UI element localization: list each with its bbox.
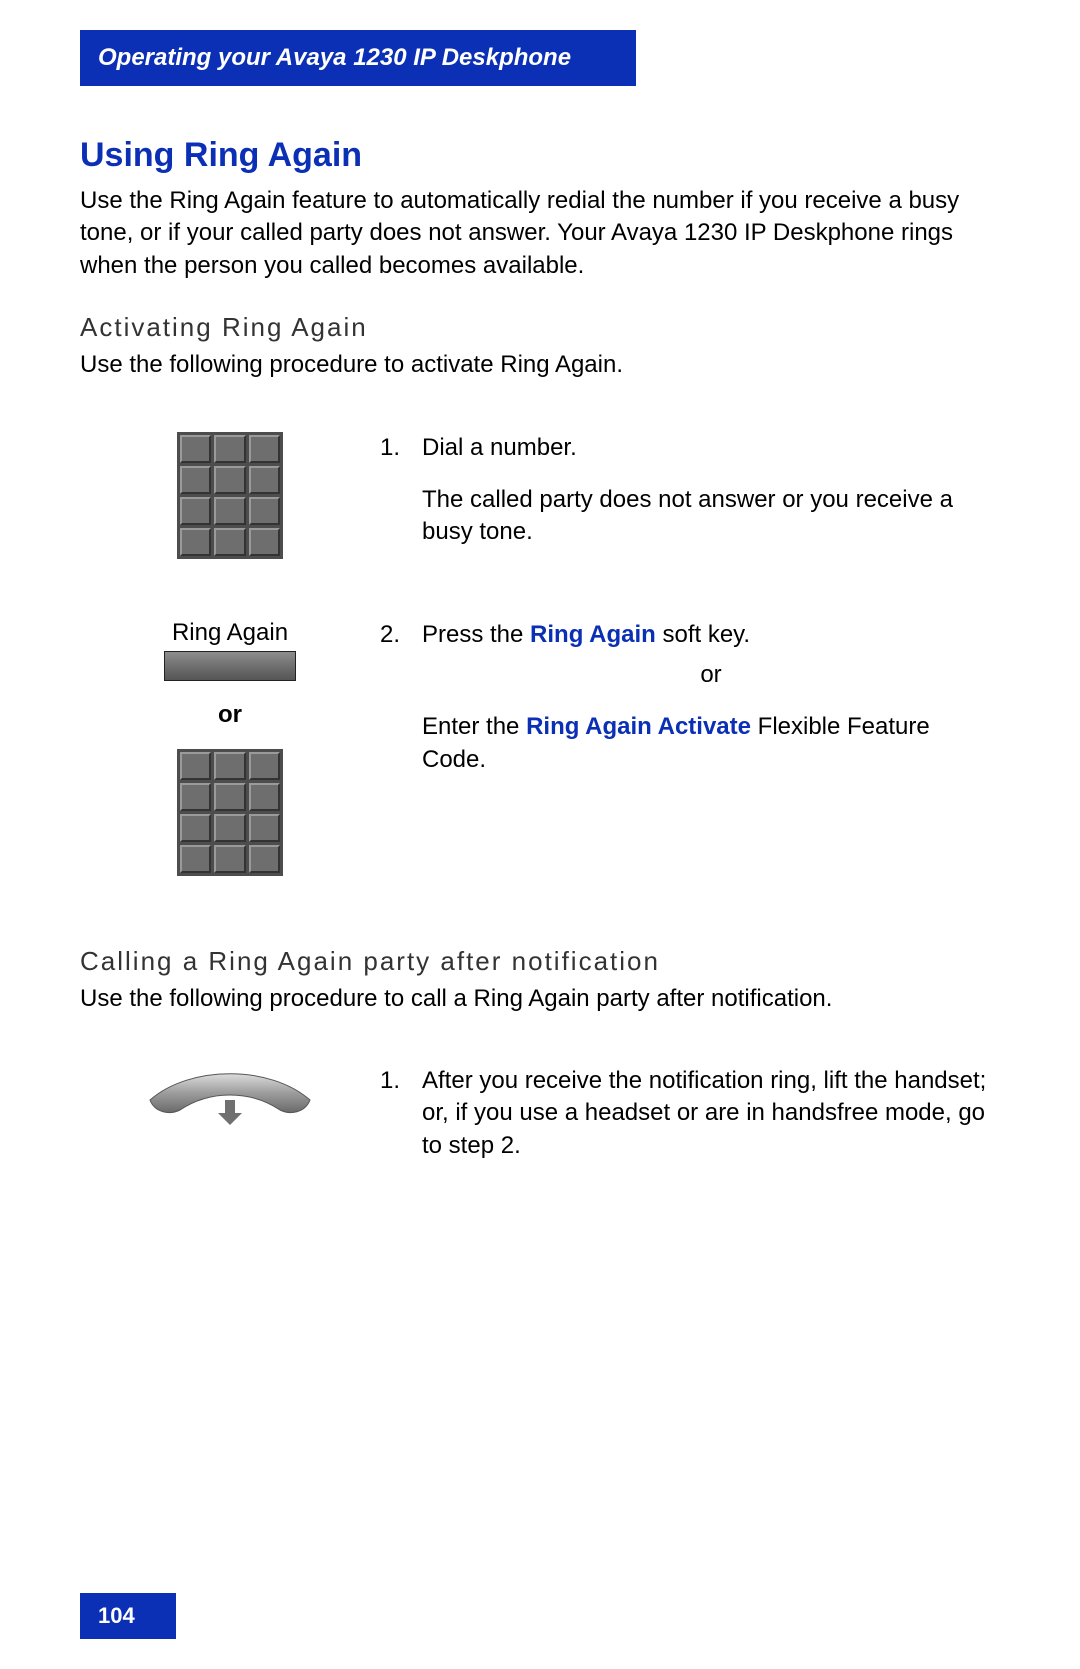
ring-again-term: Ring Again [530,621,656,648]
step-row-handset: 1. After you receive the notification ri… [80,1065,1000,1162]
step-subtext: The called party does not answer or you … [422,484,1000,549]
softkey-label: Ring Again [172,619,288,647]
subsection-calling-intro: Use the following procedure to call a Ri… [80,983,1000,1015]
step-number: 1. [380,432,404,464]
step-row-2: Ring Again or 2. Press the Ring Again so… [80,619,1000,876]
step-row-1: 1. Dial a number. The called party does … [80,432,1000,559]
keypad-icon [177,749,283,876]
step-text: Dial a number. [422,432,577,464]
text-fragment: Press the [422,621,530,648]
chapter-header: Operating your Avaya 1230 IP Deskphone [80,30,636,86]
softkey-button-icon [164,651,296,681]
text-fragment: Enter the [422,713,526,740]
step-text: Press the Ring Again soft key. [422,619,750,651]
keypad-icon [177,432,283,559]
page-title: Using Ring Again [80,136,1000,175]
subsection-activating: Activating Ring Again [80,312,1000,343]
subsection-calling: Calling a Ring Again party after notific… [80,946,1000,977]
step-alt-text: Enter the Ring Again Activate Flexible F… [422,711,1000,776]
step-text: After you receive the notification ring,… [422,1065,1000,1162]
text-fragment: soft key. [656,621,750,648]
intro-paragraph: Use the Ring Again feature to automatica… [80,185,1000,282]
page-number: 104 [80,1593,176,1639]
handset-lift-icon [130,1065,330,1135]
step-number: 1. [380,1065,404,1097]
or-label: or [218,701,242,729]
subsection-activating-intro: Use the following procedure to activate … [80,349,1000,381]
step-or: or [422,659,1000,691]
step-number: 2. [380,619,404,651]
ring-again-activate-term: Ring Again Activate [526,713,751,740]
